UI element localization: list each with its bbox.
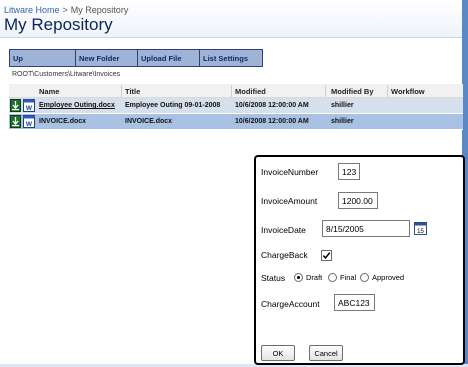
invoice-amount-label: InvoiceAmount: [261, 196, 318, 206]
list-settings-button[interactable]: List Settings: [199, 49, 263, 67]
svg-text:W: W: [26, 105, 33, 112]
column-divider: [231, 85, 232, 97]
status-label: Status: [261, 273, 286, 283]
table-row[interactable]: W Employee Outing.docx Employee Outing 0…: [9, 98, 463, 114]
document-grid: Name Title Modified Modified By Workflow…: [9, 84, 463, 130]
status-draft-radio[interactable]: [294, 273, 303, 282]
status-approved-label[interactable]: Approved: [372, 273, 404, 282]
row-name[interactable]: Employee Outing.docx: [39, 102, 115, 109]
column-header-modified[interactable]: Modified: [235, 87, 266, 96]
breadcrumb-separator: >: [62, 5, 68, 15]
column-header-title[interactable]: Title: [125, 87, 140, 96]
row-modified-by: shillier: [331, 118, 354, 125]
status-final-radio[interactable]: [328, 273, 337, 282]
invoice-date-label: InvoiceDate: [261, 225, 306, 235]
new-folder-button[interactable]: New Folder: [75, 49, 138, 67]
column-header-workflow[interactable]: Workflow: [391, 87, 425, 96]
invoice-amount-input[interactable]: 1200.00: [338, 192, 378, 209]
charge-back-checkbox[interactable]: [321, 250, 332, 261]
column-divider: [387, 85, 388, 97]
svg-text:W: W: [26, 121, 33, 128]
row-title: INVOICE.docx: [125, 118, 173, 125]
calendar-icon[interactable]: 15: [414, 221, 427, 235]
breadcrumb: Litware Home > My Repository: [4, 5, 128, 15]
column-divider: [325, 85, 326, 97]
toolbar: Up New Folder Upload File List Settings: [9, 49, 263, 67]
row-modified-by: shillier: [331, 102, 354, 109]
invoice-date-input[interactable]: 8/15/2005: [322, 220, 410, 237]
page-title: My Repository: [4, 15, 113, 34]
breadcrumb-current: My Repository: [70, 5, 129, 15]
folder-path: ROOT\Customers\Litware\Invoices: [12, 71, 121, 78]
invoice-number-label: InvoiceNumber: [261, 167, 319, 177]
column-header-modified-by[interactable]: Modified By: [331, 87, 374, 96]
column-divider: [121, 85, 122, 97]
download-icon[interactable]: [10, 115, 21, 128]
charge-back-label: ChargeBack: [261, 250, 308, 260]
charge-account-label: ChargeAccount: [261, 299, 320, 309]
status-approved-radio[interactable]: [360, 273, 369, 282]
charge-account-input[interactable]: ABC123: [334, 294, 375, 311]
row-modified: 10/6/2008 12:00:00 AM: [235, 102, 309, 109]
download-icon[interactable]: [10, 99, 21, 112]
invoice-properties-panel: InvoiceNumber 123 InvoiceAmount 1200.00 …: [254, 155, 465, 365]
status-final-label[interactable]: Final: [340, 273, 356, 282]
status-draft-label[interactable]: Draft: [306, 273, 322, 282]
calendar-day: 15: [417, 229, 424, 235]
row-title: Employee Outing 09-01-2008: [125, 102, 221, 109]
grid-header: Name Title Modified Modified By Workflow: [9, 84, 463, 98]
column-header-name[interactable]: Name: [39, 87, 59, 96]
cancel-button[interactable]: Cancel: [309, 345, 343, 361]
ok-button[interactable]: OK: [261, 345, 295, 361]
row-modified: 10/6/2008 12:00:00 AM: [235, 118, 309, 125]
word-document-icon: W: [23, 99, 35, 112]
table-row[interactable]: W INVOICE.docx INVOICE.docx 10/6/2008 12…: [9, 114, 463, 130]
breadcrumb-home-link[interactable]: Litware Home: [4, 5, 60, 15]
row-name[interactable]: INVOICE.docx: [39, 118, 86, 125]
upload-file-button[interactable]: Upload File: [137, 49, 200, 67]
invoice-number-input[interactable]: 123: [338, 163, 360, 180]
up-button[interactable]: Up: [9, 49, 76, 67]
word-document-icon: W: [23, 115, 35, 128]
